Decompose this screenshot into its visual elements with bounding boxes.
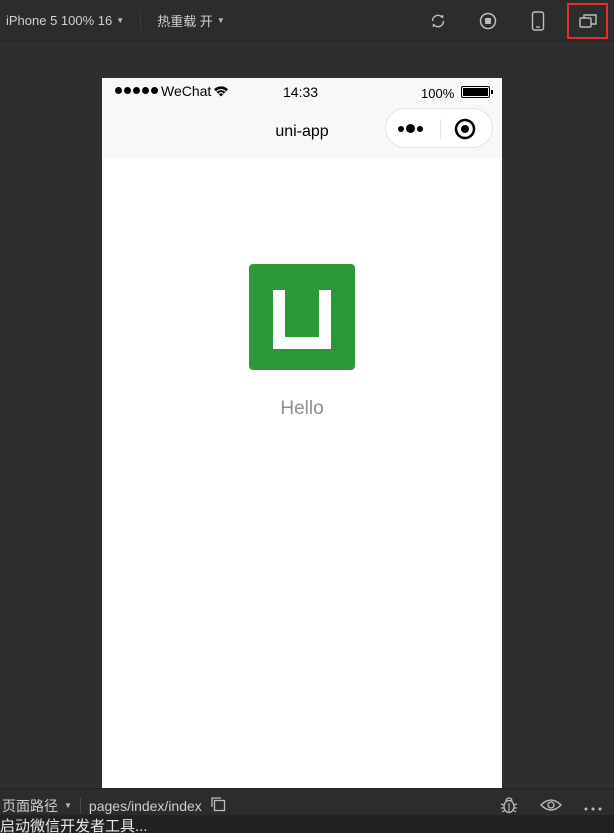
phone-simulator: WeChat 14:33 100% uni-app Hello: [102, 78, 502, 788]
device-select[interactable]: iPhone 5 100% 16 ▼: [0, 0, 130, 42]
navigation-bar: uni-app: [102, 106, 502, 158]
stop-button[interactable]: [463, 0, 513, 42]
detach-window-button[interactable]: [567, 3, 608, 39]
carrier-name: WeChat: [161, 83, 212, 99]
stop-icon: [479, 12, 497, 30]
phone-icon: [531, 11, 545, 31]
chevron-down-icon: ▼: [216, 16, 225, 25]
refresh-button[interactable]: [413, 0, 463, 42]
more-icon: [584, 798, 602, 814]
refresh-icon: [429, 12, 447, 30]
close-miniprogram-button[interactable]: [454, 118, 476, 145]
page-path-select[interactable]: 页面路径 ▼: [0, 796, 72, 816]
signal-strength-icon: [115, 87, 158, 94]
target-icon: [454, 118, 476, 144]
simulator-toolbar: iPhone 5 100% 16 ▼ 热重载 开 ▼: [0, 0, 614, 42]
hot-reload-toggle[interactable]: 热重载 开 ▼: [151, 0, 231, 42]
page-path-label: 页面路径: [2, 797, 58, 814]
device-select-label: iPhone 5 100% 16: [6, 13, 113, 28]
toolbar-divider: [140, 10, 142, 31]
battery-icon: [461, 86, 493, 98]
detach-window-icon: [578, 13, 597, 29]
page-content: Hello: [102, 158, 502, 788]
capsule-divider: [440, 119, 441, 139]
chevron-down-icon: ▼: [64, 801, 72, 810]
battery-percentage: 100%: [421, 86, 455, 101]
copy-path-button[interactable]: [210, 796, 226, 815]
chevron-down-icon: ▼: [116, 16, 125, 25]
hello-text: Hello: [280, 398, 324, 419]
status-time: 14:33: [283, 84, 319, 100]
page-path-value: pages/index/index: [88, 797, 202, 814]
uni-app-logo: [249, 264, 355, 370]
copy-icon: [210, 796, 226, 815]
eye-icon: [540, 798, 562, 815]
console-output-line: 启动微信开发者工具...: [0, 815, 614, 833]
phone-preview-button[interactable]: [513, 0, 563, 42]
hot-reload-label: 热重载 开: [157, 14, 213, 29]
more-menu-button[interactable]: [398, 124, 423, 133]
menu-capsule: [385, 108, 493, 148]
status-bar: WeChat 14:33 100%: [102, 78, 502, 106]
wifi-icon: [213, 84, 229, 100]
bottombar-divider: [79, 797, 81, 814]
